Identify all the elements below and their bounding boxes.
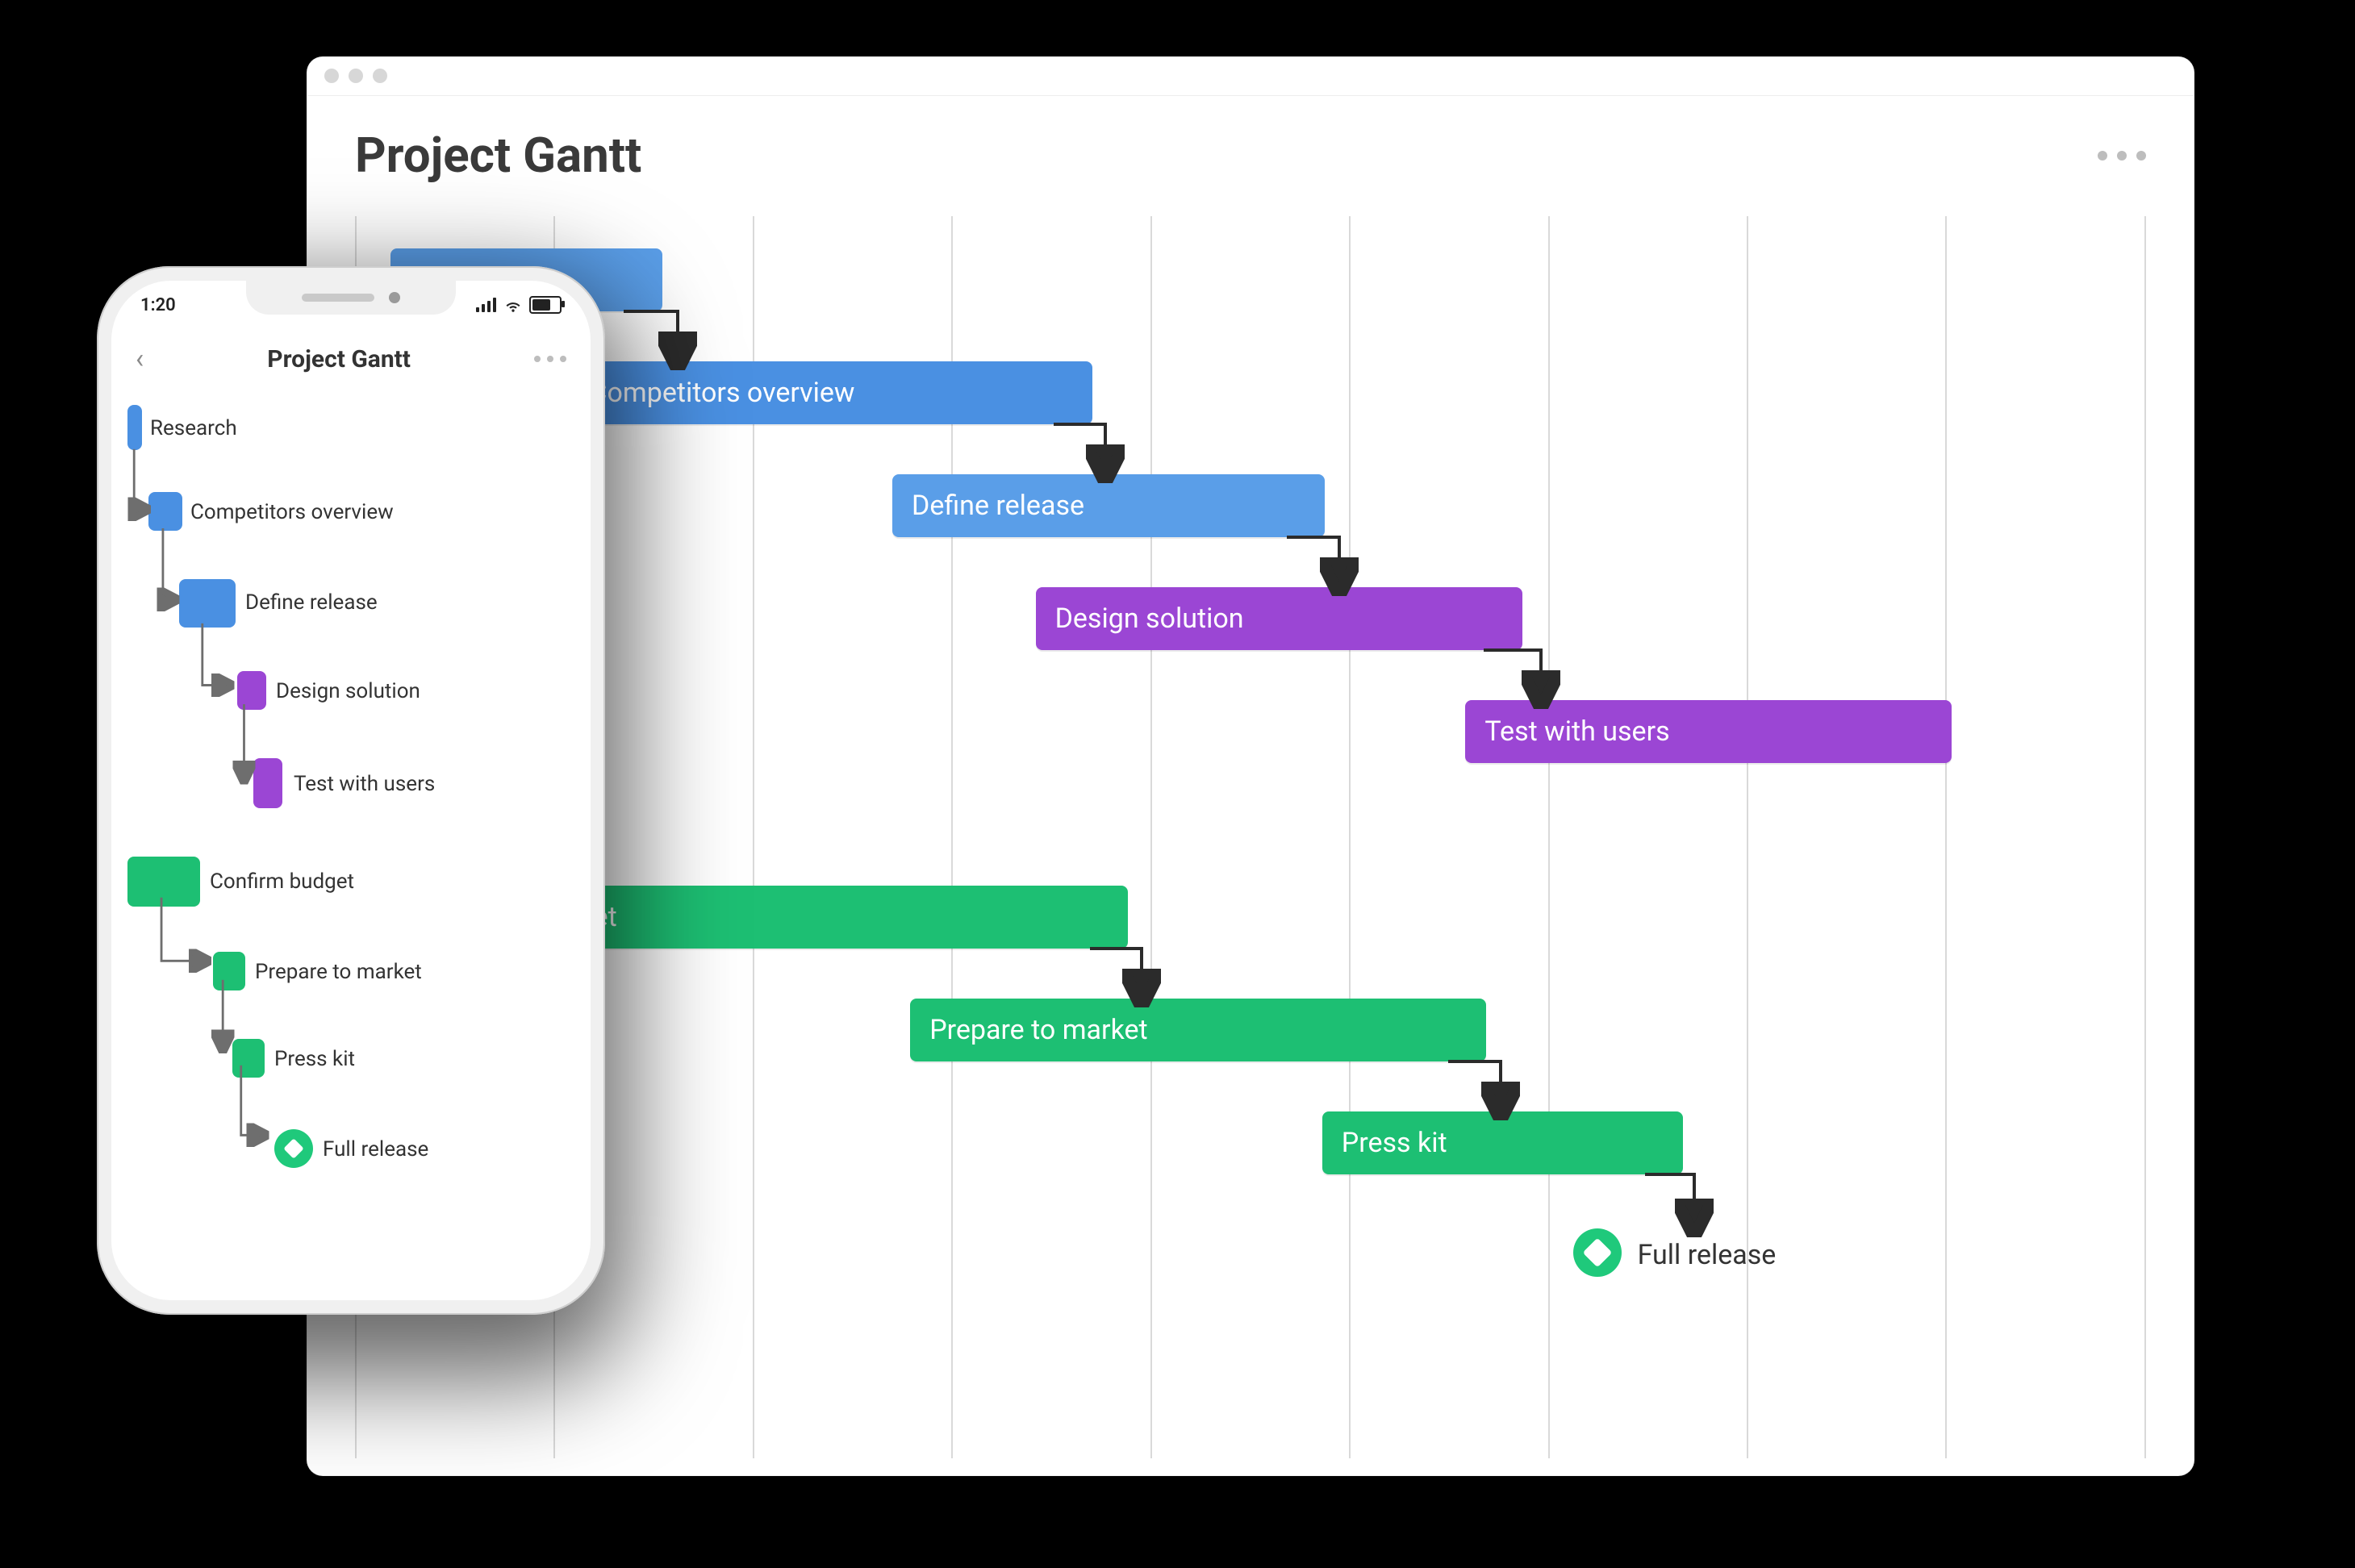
battery-icon: [529, 296, 562, 314]
window-titlebar: [307, 56, 2194, 96]
back-button[interactable]: ‹: [136, 343, 144, 375]
status-time: 1:20: [140, 295, 176, 315]
traffic-light-icon[interactable]: [349, 69, 363, 83]
phone-screen: 1:20 ‹ Project Gantt: [111, 281, 591, 1300]
dot-icon: [2136, 151, 2146, 161]
signal-icon: [476, 298, 497, 312]
phone-gantt[interactable]: Research Competitors overview Define rel…: [111, 394, 591, 1300]
phone-statusbar: 1:20: [111, 289, 591, 321]
phone-title: Project Gantt: [267, 345, 411, 373]
dot-icon: [2098, 151, 2107, 161]
phone-header: ‹ Project Gantt: [111, 331, 591, 387]
phone-device: 1:20 ‹ Project Gantt: [97, 266, 605, 1315]
dot-icon: [2117, 151, 2127, 161]
wifi-icon: [505, 297, 521, 313]
traffic-light-icon[interactable]: [324, 69, 339, 83]
more-menu-button[interactable]: [2098, 151, 2146, 161]
dependency-arrows: [355, 216, 2146, 1458]
dot-icon: [534, 356, 541, 362]
dot-icon: [547, 356, 553, 362]
page-title: Project Gantt: [355, 127, 641, 184]
traffic-light-icon[interactable]: [373, 69, 387, 83]
dependency-arrows: [124, 397, 578, 1284]
phone-more-button[interactable]: [534, 356, 566, 362]
gantt-chart[interactable]: Research Competitors overview Define rel…: [355, 216, 2146, 1458]
dot-icon: [560, 356, 566, 362]
